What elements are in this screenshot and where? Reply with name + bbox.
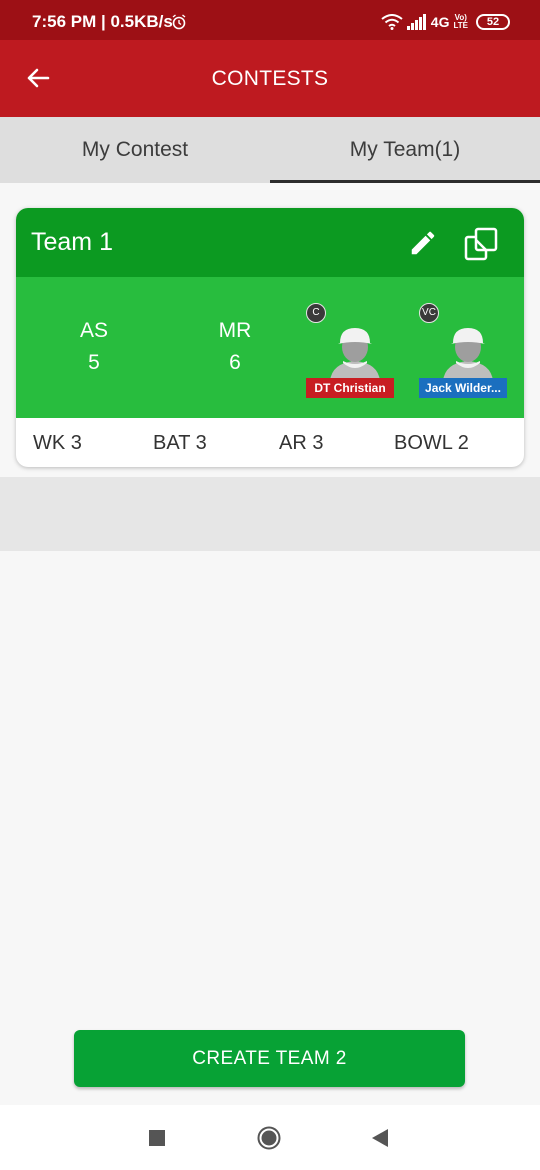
home-icon[interactable]	[257, 1126, 281, 1150]
wifi-icon	[381, 14, 403, 30]
role-count-ar: AR 3	[279, 432, 324, 454]
volte-indicator: Vo) LTE	[453, 14, 468, 30]
team-a-count: 5	[88, 351, 100, 374]
tab-bar: My Contest My Team(1)	[0, 117, 540, 183]
battery-indicator: 52	[476, 14, 510, 30]
volte-bottom: LTE	[453, 21, 468, 30]
team-b-count: 6	[229, 351, 241, 374]
role-summary: WK 3 BAT 3 AR 3 BOWL 2	[16, 418, 524, 467]
vice-captain-badge: VC	[419, 303, 439, 323]
player-avatar-icon	[443, 328, 493, 381]
status-bar: 7:56 PM | 0.5KB/s 4G Vo) LTE 52	[0, 0, 540, 40]
captain-player[interactable]: C DT Christian	[306, 303, 396, 403]
page-title: CONTESTS	[211, 67, 329, 90]
team-card-header: Team 1	[16, 208, 524, 277]
team-name: Team 1	[31, 228, 113, 256]
signal-bars-icon	[406, 14, 426, 30]
team-card[interactable]: Team 1 AS 5 MR 6 C DT Christian VC Jack …	[16, 208, 524, 467]
network-type: 4G	[430, 14, 450, 30]
recent-apps-icon[interactable]	[149, 1130, 165, 1146]
role-count-bowl: BOWL 2	[394, 432, 469, 454]
team-b-stat: MR 6	[205, 319, 265, 375]
tab-my-team[interactable]: My Team(1)	[270, 117, 540, 183]
team-a-stat: AS 5	[64, 319, 124, 375]
captain-badge: C	[306, 303, 326, 323]
create-team-button[interactable]: CREATE TEAM 2	[74, 1030, 465, 1087]
status-indicators: 4G Vo) LTE 52	[381, 12, 510, 32]
role-count-bat: BAT 3	[153, 432, 207, 454]
captain-name-tag: DT Christian	[306, 378, 394, 398]
copy-icon[interactable]	[463, 226, 499, 262]
tab-my-contest[interactable]: My Contest	[0, 117, 270, 183]
team-a-abbr: AS	[79, 319, 108, 342]
pencil-icon[interactable]	[408, 228, 438, 258]
team-b-abbr: MR	[218, 319, 252, 342]
back-triangle-icon[interactable]	[371, 1128, 389, 1148]
role-count-wk: WK 3	[33, 432, 82, 454]
vice-captain-player[interactable]: VC Jack Wilder...	[419, 303, 509, 403]
list-spacer	[0, 477, 540, 551]
app-bar: CONTESTS	[0, 40, 540, 117]
status-time: 7:56 PM | 0.5KB/s	[32, 12, 173, 31]
player-avatar-icon	[330, 328, 380, 381]
alarm-clock-icon	[172, 14, 186, 30]
vice-captain-name-tag: Jack Wilder...	[419, 378, 507, 398]
system-nav-bar	[0, 1105, 540, 1170]
team-card-body: AS 5 MR 6 C DT Christian VC Jack Wilder.…	[16, 277, 524, 418]
